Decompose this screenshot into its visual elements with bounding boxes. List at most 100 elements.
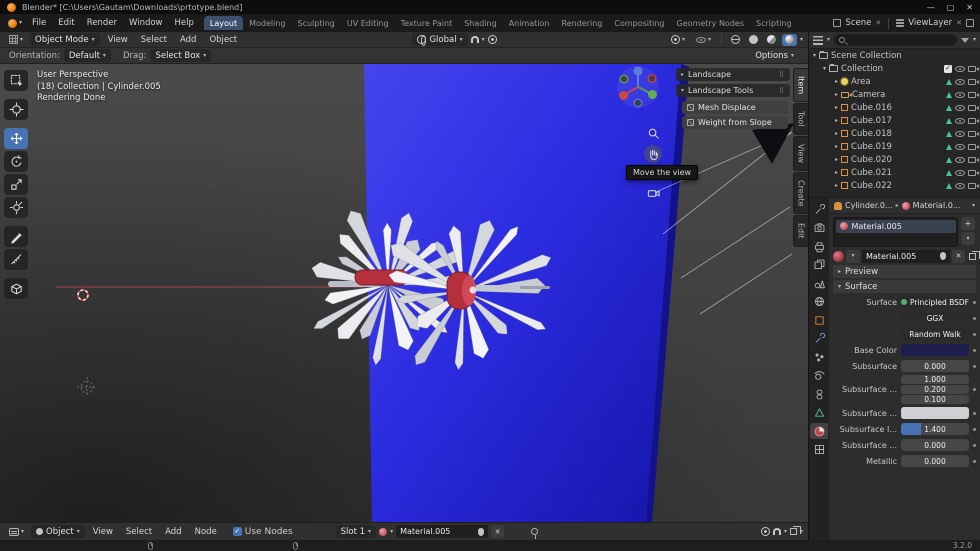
outliner-row-scene-collection[interactable]: ▾ Scene Collection bbox=[809, 49, 980, 62]
disable-render-icon[interactable] bbox=[968, 91, 979, 98]
hide-viewport-icon[interactable] bbox=[955, 65, 965, 72]
shader-type-dropdown[interactable]: Object ▾ bbox=[31, 525, 85, 538]
landscape-tools-panel-header[interactable]: ▾ Landscape Tools ⠿ bbox=[676, 84, 790, 97]
unlink-material-button[interactable]: ✕ bbox=[491, 525, 505, 538]
hide-viewport-icon[interactable] bbox=[955, 143, 965, 150]
tab-modifiers[interactable] bbox=[810, 331, 828, 347]
material-name-field[interactable]: Material.005 bbox=[396, 525, 489, 538]
tab-material[interactable] bbox=[810, 423, 828, 439]
keyframe-dot-icon[interactable] bbox=[973, 443, 976, 447]
hide-viewport-icon[interactable] bbox=[955, 91, 965, 98]
shading-options-chevron-icon[interactable]: ▾ bbox=[800, 36, 803, 43]
new-material-icon[interactable] bbox=[969, 250, 980, 260]
minimize-button[interactable]: — bbox=[927, 3, 935, 12]
disable-render-icon[interactable] bbox=[968, 78, 979, 85]
shader-menu-select[interactable]: Select bbox=[121, 526, 157, 538]
weight-from-slope-button[interactable]: Weight from Slope bbox=[682, 116, 788, 129]
menu-file[interactable]: File bbox=[26, 16, 52, 30]
snap-options-chevron-icon[interactable]: ▾ bbox=[784, 528, 787, 535]
tab-physics[interactable] bbox=[810, 368, 828, 384]
keyframe-dot-icon[interactable] bbox=[973, 332, 976, 336]
shading-material-button[interactable] bbox=[764, 34, 779, 46]
expand-arrow-icon[interactable]: ▸ bbox=[835, 104, 838, 111]
viewport-menu-select[interactable]: Select bbox=[136, 34, 172, 46]
workspace-tab-scripting[interactable]: Scripting bbox=[750, 16, 798, 30]
expand-arrow-icon[interactable]: ▾ bbox=[813, 52, 816, 59]
proportional-editing-icon[interactable] bbox=[487, 35, 497, 44]
show-overlays-button[interactable]: ▾ bbox=[692, 36, 715, 43]
base-color-swatch[interactable] bbox=[901, 344, 969, 356]
workspace-tab-modeling[interactable]: Modeling bbox=[243, 16, 291, 30]
scene-selector[interactable]: Scene bbox=[845, 18, 871, 28]
close-button[interactable]: ✕ bbox=[966, 3, 973, 12]
tab-scene[interactable] bbox=[810, 275, 828, 291]
view-layer-selector[interactable]: ViewLayer bbox=[908, 18, 952, 28]
metallic-slider[interactable]: 0.000 bbox=[901, 455, 969, 467]
tab-object[interactable] bbox=[810, 312, 828, 328]
keyframe-dot-icon[interactable] bbox=[973, 316, 976, 320]
preview-panel-header[interactable]: ▸ Preview bbox=[833, 265, 976, 278]
material-preview-thumb[interactable] bbox=[833, 250, 844, 262]
new-view-layer-icon[interactable] bbox=[966, 19, 974, 27]
keyframe-dot-icon[interactable] bbox=[973, 411, 976, 415]
add-slot-button[interactable]: + bbox=[961, 217, 975, 230]
workspace-tab-rendering[interactable]: Rendering bbox=[556, 16, 609, 30]
surface-panel-header[interactable]: ▾ Surface bbox=[833, 280, 976, 293]
outliner-item-cube019[interactable]: ▸ Cube.019 bbox=[809, 140, 980, 153]
browse-material-button[interactable]: ▾ bbox=[846, 249, 860, 263]
slot-specials-button[interactable]: ▾ bbox=[961, 232, 975, 245]
expand-arrow-icon[interactable]: ▸ bbox=[835, 117, 838, 124]
sidebar-tab-item[interactable]: Item bbox=[793, 68, 808, 103]
expand-arrow-icon[interactable]: ▸ bbox=[835, 182, 838, 189]
outliner-item-cube018[interactable]: ▸ Cube.018 bbox=[809, 127, 980, 140]
viewport-menu-object[interactable]: Object bbox=[204, 34, 242, 46]
drag-handle-icon[interactable]: ⠿ bbox=[779, 71, 785, 79]
sss-method-dropdown[interactable]: Random Walk bbox=[901, 328, 969, 340]
sidebar-tab-tool[interactable]: Tool bbox=[793, 103, 808, 135]
tool-move[interactable] bbox=[4, 128, 28, 149]
subsurface-aniso-slider[interactable]: 0.000 bbox=[901, 439, 969, 451]
keyframe-dot-icon[interactable] bbox=[973, 388, 976, 391]
tab-world[interactable] bbox=[810, 294, 828, 310]
disable-render-icon[interactable] bbox=[968, 169, 979, 176]
mode-dropdown[interactable]: Object Mode ▾ bbox=[30, 33, 100, 46]
outliner-item-cube017[interactable]: ▸ Cube.017 bbox=[809, 114, 980, 127]
menu-render[interactable]: Render bbox=[81, 16, 123, 30]
hide-viewport-icon[interactable] bbox=[955, 104, 965, 111]
snap-options-chevron-icon[interactable]: ▾ bbox=[482, 36, 485, 43]
outliner-row-collection[interactable]: ▾ Collection ✓ bbox=[809, 62, 980, 75]
unlink-material-button[interactable]: ✕ bbox=[952, 249, 965, 263]
tab-object-data[interactable] bbox=[810, 405, 828, 421]
menu-window[interactable]: Window bbox=[123, 16, 169, 30]
view-layer-unlink-icon[interactable]: ✕ bbox=[956, 19, 962, 27]
shading-rendered-button[interactable] bbox=[781, 33, 797, 46]
chevron-down-icon[interactable]: ▾ bbox=[827, 37, 830, 43]
sidebar-tab-edit[interactable]: Edit bbox=[793, 215, 808, 247]
hide-viewport-icon[interactable] bbox=[955, 169, 965, 176]
tool-measure[interactable] bbox=[4, 249, 28, 270]
outliner-editor-icon[interactable] bbox=[813, 35, 823, 45]
tool-select-box[interactable] bbox=[4, 70, 28, 91]
radius-x-slider[interactable]: 1.000 bbox=[901, 375, 969, 384]
outliner-item-cube016[interactable]: ▸ Cube.016 bbox=[809, 101, 980, 114]
workspace-tab-shading[interactable]: Shading bbox=[458, 16, 503, 30]
tab-render[interactable] bbox=[810, 220, 828, 236]
snap-magnet-icon[interactable] bbox=[772, 528, 781, 535]
hide-viewport-icon[interactable] bbox=[955, 182, 965, 189]
scene-unlink-icon[interactable]: ✕ bbox=[875, 19, 881, 27]
disable-render-icon[interactable] bbox=[968, 182, 979, 189]
editor-type-button[interactable]: ▾ bbox=[5, 527, 28, 536]
use-nodes-checkbox[interactable]: ✓ Use Nodes bbox=[232, 527, 293, 537]
workspace-tab-geometry-nodes[interactable]: Geometry Nodes bbox=[671, 16, 750, 30]
material-name-field[interactable]: Material.005 bbox=[862, 249, 950, 263]
outliner-item-cube021[interactable]: ▸ Cube.021 bbox=[809, 166, 980, 179]
workspace-tab-texture-paint[interactable]: Texture Paint bbox=[395, 16, 459, 30]
tool-cursor[interactable] bbox=[4, 99, 28, 120]
shader-menu-node[interactable]: Node bbox=[190, 526, 222, 538]
breadcrumb-material[interactable]: Material.0... bbox=[913, 201, 961, 210]
expand-arrow-icon[interactable]: ▸ bbox=[835, 91, 838, 98]
collection-checkbox[interactable]: ✓ bbox=[944, 64, 952, 73]
tool-scale[interactable] bbox=[4, 174, 28, 195]
breadcrumb-options-chevron-icon[interactable]: ▾ bbox=[972, 202, 975, 209]
workspace-tab-animation[interactable]: Animation bbox=[503, 16, 556, 30]
